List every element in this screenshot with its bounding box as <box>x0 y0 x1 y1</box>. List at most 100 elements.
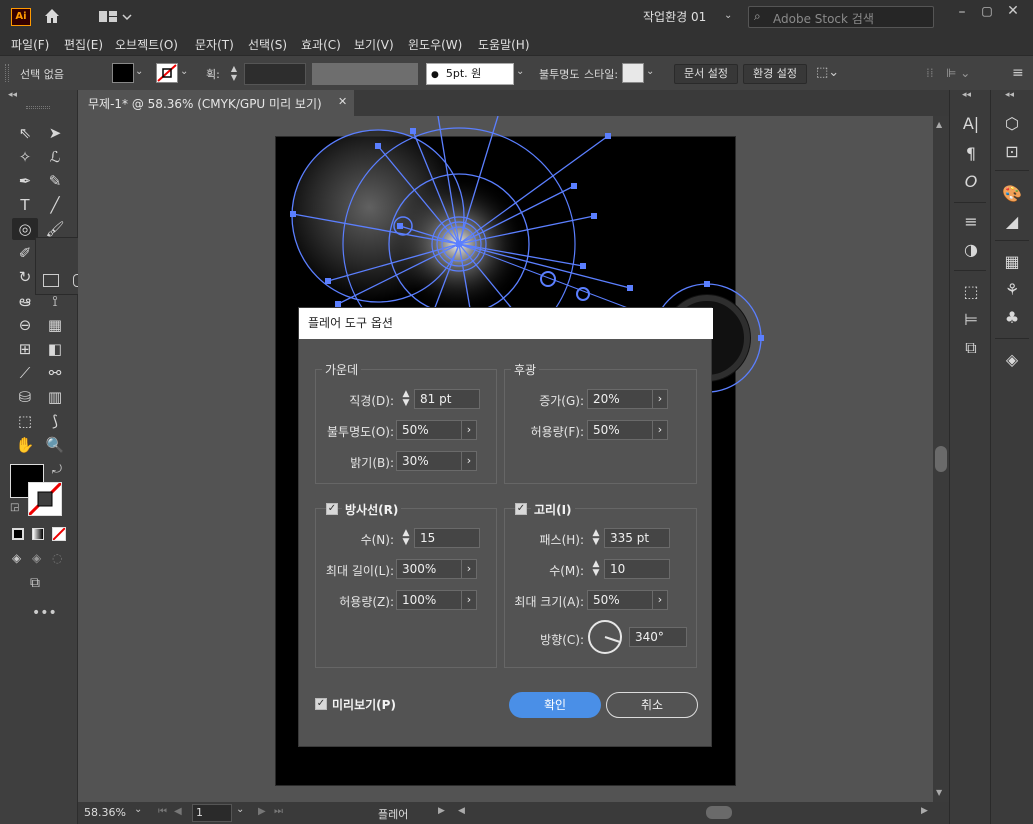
menu-edit[interactable]: 편집(E) <box>64 36 103 53</box>
transform-icon[interactable]: ⬚⌄ <box>816 65 850 83</box>
stroke-panel-icon[interactable]: ≡ <box>959 210 983 234</box>
status-menu-icon[interactable]: ▶ <box>438 806 445 816</box>
draw-normal-icon[interactable]: ◈ <box>12 551 21 565</box>
character-icon[interactable]: A| <box>959 112 983 136</box>
shape-builder-tool-icon[interactable]: ⊖ <box>12 314 38 336</box>
transform-panel-icon[interactable]: ⬚ <box>959 280 983 304</box>
fill-swatch[interactable] <box>112 63 134 83</box>
rays-fuzz-field[interactable]: 100% <box>396 590 462 610</box>
blend-tool-icon[interactable]: ⚯ <box>42 362 68 384</box>
rays-count-field[interactable]: 15 <box>414 528 480 548</box>
growth-field[interactable]: 20% <box>587 389 653 409</box>
ring-path-field[interactable]: 335 pt <box>604 528 670 548</box>
ok-button[interactable]: 확인 <box>509 692 601 718</box>
hand-tool-icon[interactable]: ✋ <box>12 434 38 456</box>
export-panel-icon[interactable]: ⊡ <box>1000 140 1024 164</box>
center-opacity-field[interactable]: 50% <box>396 420 462 440</box>
variable-width-profile[interactable] <box>312 63 418 85</box>
largest-arrow[interactable]: › <box>652 590 668 610</box>
stroke-weight-stepper[interactable]: ▲ ▼ <box>226 64 242 84</box>
diameter-field[interactable]: 81 pt <box>414 389 480 409</box>
growth-arrow[interactable]: › <box>652 389 668 409</box>
curvature-tool-icon[interactable]: ✎ <box>42 170 68 192</box>
horizontal-scroll-thumb[interactable] <box>706 806 732 819</box>
mesh-tool-icon[interactable]: ⊞ <box>12 338 38 360</box>
ring-path-stepper[interactable]: ▲ ▼ <box>588 529 604 549</box>
last-artboard-icon[interactable]: ⏭ <box>274 806 283 817</box>
vertical-scrollbar[interactable]: ▲ ▼ <box>933 116 949 802</box>
preferences-button[interactable]: 환경 설정 <box>743 64 807 84</box>
scroll-thumb[interactable] <box>935 446 947 472</box>
menu-view[interactable]: 보기(V) <box>354 36 394 53</box>
rays-fuzz-arrow[interactable]: › <box>461 590 477 610</box>
column-graph-tool-icon[interactable]: ▥ <box>42 386 68 408</box>
preview-label[interactable]: 미리보기(P) <box>332 696 396 713</box>
chevron-down-icon[interactable]: ⌄ <box>135 66 149 77</box>
line-tool-icon[interactable]: ╱ <box>42 194 68 216</box>
menu-object[interactable]: 오브젝트(O) <box>115 36 178 53</box>
stroke-color-box[interactable] <box>27 481 63 517</box>
lasso-tool-icon[interactable]: ℒ <box>42 146 68 168</box>
align-panel-icon[interactable]: ⊨ <box>959 308 983 332</box>
tab-close-icon[interactable]: ✕ <box>338 95 347 108</box>
rays-count-stepper[interactable]: ▲ ▼ <box>398 529 414 549</box>
cancel-button[interactable]: 취소 <box>606 692 698 718</box>
brightness-field[interactable]: 30% <box>396 451 462 471</box>
preview-checkbox[interactable]: ✓ <box>315 698 327 710</box>
direction-dial[interactable] <box>587 619 623 655</box>
rings-group-title[interactable]: 고리(I) <box>531 501 575 518</box>
center-opacity-arrow[interactable]: › <box>461 420 477 440</box>
rings-checkbox[interactable]: ✓ <box>515 503 527 515</box>
chevron-down-icon[interactable]: ⌄ <box>516 66 530 77</box>
default-colors-icon[interactable]: ◲ <box>10 502 19 513</box>
draw-behind-icon[interactable]: ◈ <box>32 551 41 565</box>
chevron-down-icon[interactable]: ⌄ <box>724 10 738 24</box>
panel-menu-icon[interactable]: ≡ <box>1012 65 1026 81</box>
diameter-stepper[interactable]: ▲ ▼ <box>398 390 414 410</box>
minimize-button[interactable]: – <box>952 4 972 24</box>
menu-help[interactable]: 도움말(H) <box>478 36 530 53</box>
arrange-documents-icon[interactable] <box>98 9 134 25</box>
pathfinder-icon[interactable]: ⧉ <box>959 336 983 360</box>
gradient-tool-icon[interactable]: ◧ <box>42 338 68 360</box>
pen-tool-icon[interactable]: ✒ <box>12 170 38 192</box>
first-artboard-icon[interactable]: ⏮ <box>158 806 167 817</box>
3d-panel-icon[interactable]: ⬡ <box>1000 112 1024 136</box>
chevron-down-icon[interactable]: ⌄ <box>180 66 194 77</box>
brush-definition[interactable]: ● 5pt. 원 <box>426 63 514 85</box>
gradient-mode-icon[interactable] <box>32 528 44 540</box>
align-grid-icon[interactable]: ⁞⁞ <box>926 66 940 80</box>
symbol-sprayer-tool-icon[interactable]: ⛁ <box>12 386 38 408</box>
type-tool-icon[interactable]: T <box>12 194 38 216</box>
restore-button[interactable]: ▢ <box>977 4 997 24</box>
gradient-panel-icon[interactable]: ◢ <box>1000 210 1024 234</box>
menu-effect[interactable]: 효과(C) <box>301 36 341 53</box>
brushes-icon[interactable]: ⚘ <box>1000 278 1024 302</box>
scroll-up-icon[interactable]: ▲ <box>936 120 942 129</box>
chevron-down-icon[interactable]: ⌄ <box>646 66 660 77</box>
chevron-down-icon[interactable]: ⌄ <box>134 804 142 815</box>
rings-count-field[interactable]: 10 <box>604 559 670 579</box>
scroll-down-icon[interactable]: ▼ <box>936 788 942 797</box>
graphic-style-swatch[interactable] <box>622 63 644 83</box>
paragraph-icon[interactable]: ¶ <box>959 142 983 166</box>
previous-artboard-icon[interactable]: ◀ <box>174 806 182 817</box>
eyedropper-tool-icon[interactable]: ⟋ <box>12 362 38 384</box>
arrange-icon[interactable]: ⊫ ⌄ <box>946 66 980 80</box>
menu-select[interactable]: 선택(S) <box>248 36 287 53</box>
halo-fuzz-field[interactable]: 50% <box>587 420 653 440</box>
selection-tool-icon[interactable]: ⇖ <box>12 122 38 144</box>
next-artboard-icon[interactable]: ▶ <box>258 806 266 817</box>
home-icon[interactable] <box>42 6 62 26</box>
menu-file[interactable]: 파일(F) <box>11 36 49 53</box>
rectangle-tool-icon[interactable] <box>43 274 59 287</box>
magic-wand-tool-icon[interactable]: ✧ <box>12 146 38 168</box>
brightness-arrow[interactable]: › <box>461 451 477 471</box>
rays-group-title[interactable]: 방사선(R) <box>342 501 402 518</box>
close-button[interactable]: ✕ <box>1003 3 1023 23</box>
zoom-field[interactable]: 58.36% <box>81 804 131 822</box>
menu-type[interactable]: 문자(T) <box>195 36 234 53</box>
collapse-arrows-icon[interactable]: ◂◂ <box>1005 90 1014 100</box>
edit-toolbar-icon[interactable]: ••• <box>32 605 57 621</box>
longest-field[interactable]: 300% <box>396 559 462 579</box>
